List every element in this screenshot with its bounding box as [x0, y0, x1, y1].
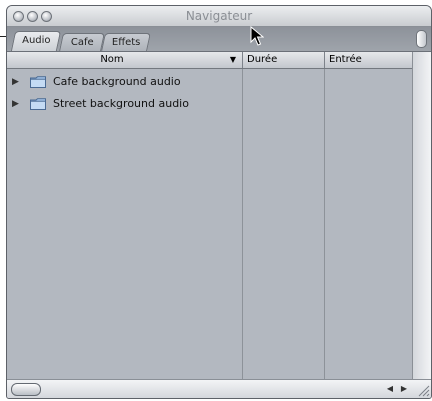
scroll-left-arrow-icon[interactable]: ◀	[383, 382, 397, 396]
tab-effets[interactable]: Effets	[101, 33, 151, 51]
vertical-scrollbar[interactable]	[412, 52, 431, 380]
column-divider	[324, 69, 325, 380]
title-bar[interactable]: Navigateur	[7, 6, 431, 27]
browser-list[interactable]: ▶ Cafe background audio ▶ Street backgro…	[7, 69, 413, 380]
column-header-bar: Nom ▼ Durée Entrée	[7, 52, 413, 69]
scroll-thumb[interactable]	[11, 383, 41, 396]
column-header-nom[interactable]: Nom ▼	[7, 52, 243, 68]
tab-effets-label: Effets	[111, 37, 141, 48]
disclosure-triangle-icon[interactable]: ▶	[12, 72, 19, 92]
horizontal-scrollbar[interactable]: ◀ ▶	[7, 379, 431, 398]
column-entree-label: Entrée	[329, 54, 362, 65]
mouse-pointer-icon	[250, 26, 264, 46]
tab-cafe-label: Cafe	[70, 37, 94, 48]
navigator-window: Navigateur Audio Cafe Effets Nom ▼ Durée…	[6, 5, 432, 399]
tab-audio[interactable]: Audio	[10, 31, 62, 51]
list-item-label: Street background audio	[53, 97, 189, 110]
column-header-entree[interactable]: Entrée	[325, 52, 413, 68]
disclosure-triangle-icon[interactable]: ▶	[12, 94, 19, 114]
folder-icon	[30, 76, 46, 88]
tab-cafe[interactable]: Cafe	[59, 33, 105, 51]
list-item[interactable]: ▶ Cafe background audio	[7, 72, 243, 92]
sort-arrow-icon[interactable]: ▼	[230, 52, 236, 68]
scroll-right-arrow-icon[interactable]: ▶	[397, 382, 411, 396]
column-nom-label: Nom	[100, 54, 124, 65]
toolbar-toggle-button[interactable]	[416, 30, 427, 48]
tab-bar: Audio Cafe Effets	[7, 27, 431, 52]
list-item-label: Cafe background audio	[53, 75, 181, 88]
list-item[interactable]: ▶ Street background audio	[7, 94, 243, 114]
resize-grip-icon[interactable]	[416, 383, 430, 397]
folder-icon	[30, 98, 46, 110]
column-duree-label: Durée	[247, 54, 278, 65]
column-divider	[242, 69, 243, 380]
window-title: Navigateur	[185, 9, 253, 23]
column-header-duree[interactable]: Durée	[243, 52, 325, 68]
tab-audio-label: Audio	[21, 35, 51, 46]
